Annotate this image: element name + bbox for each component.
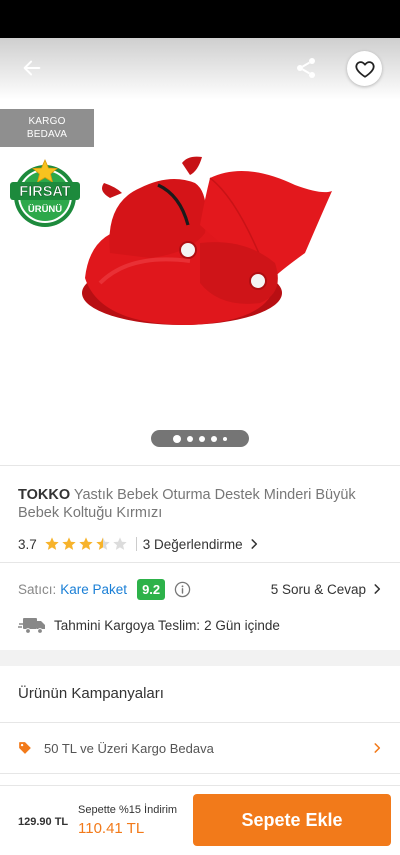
old-price: 129.90 TL <box>18 816 69 828</box>
pagination-dot[interactable] <box>223 436 227 441</box>
delivery-label: Tahmini Kargoya Teslim: <box>54 617 201 633</box>
discounted-price: 110.41 TL <box>78 820 145 837</box>
arrow-left-icon <box>23 60 41 76</box>
status-bar <box>0 0 400 38</box>
free-shipping-badge-line1: KARGO <box>28 116 66 127</box>
truck-icon <box>18 616 46 634</box>
reviews-link[interactable]: 3 Değerlendirme <box>143 537 261 552</box>
rating-row: 3.7 3 Değerlendirme <box>18 535 261 553</box>
star-icon <box>45 537 59 550</box>
product-gallery[interactable]: KARGO BEDAVA FIRSAT ÜRÜNÜ <box>0 38 400 465</box>
product-title: TOKKO Yastık Bebek Oturma Destek Minderi… <box>18 486 388 522</box>
rating-stars <box>44 536 128 552</box>
divider <box>0 773 400 774</box>
campaign-item[interactable]: 50 TL ve Üzeri Kargo Bedava <box>18 738 384 758</box>
product-image[interactable] <box>70 143 340 333</box>
chevron-right-icon <box>370 741 384 755</box>
pagination-dot[interactable] <box>199 435 205 442</box>
share-icon <box>297 58 315 78</box>
product-brand: TOKKO <box>18 487 71 503</box>
back-button[interactable] <box>16 52 48 84</box>
bottom-bar: 129.90 TL Sepette %15 İndirim 110.41 TL … <box>0 785 400 855</box>
chevron-right-icon <box>374 584 381 594</box>
star-icon <box>113 537 127 550</box>
campaign-item-label: 50 TL ve Üzeri Kargo Bedava <box>44 740 214 756</box>
star-icon <box>62 537 76 550</box>
divider <box>0 722 400 723</box>
seller-label: Satıcı: <box>18 581 57 597</box>
delivery-row: Tahmini Kargoya Teslim: 2 Gün içinde <box>18 615 280 635</box>
qa-label: 5 Soru & Cevap <box>270 581 366 597</box>
seller-info-button[interactable] <box>174 581 191 598</box>
favorite-button[interactable] <box>347 51 382 86</box>
pagination-dot[interactable] <box>187 435 193 442</box>
chevron-right-icon <box>251 539 257 549</box>
divider <box>0 562 400 563</box>
firsat-badge-line2: ÜRÜNÜ <box>28 204 62 215</box>
rating-value: 3.7 <box>18 536 37 552</box>
campaigns-title: Ürünün Kampanyaları <box>18 685 164 702</box>
heart-outline-icon <box>354 60 375 78</box>
info-icon <box>174 581 191 597</box>
pagination-dot[interactable] <box>211 435 217 442</box>
seller-name-link[interactable]: Kare Paket <box>60 582 127 597</box>
star-icon <box>96 537 110 550</box>
divider <box>135 537 137 551</box>
basket-discount: Sepette %15 İndirim 110.41 TL <box>78 804 177 837</box>
seller-row: Satıcı: Kare Paket 9.2 5 Soru & Cevap <box>18 578 384 600</box>
firsat-badge-line1: FIRSAT <box>19 184 70 200</box>
add-to-cart-button[interactable]: Sepete Ekle <box>193 794 391 846</box>
pagination-dot[interactable] <box>173 434 181 443</box>
image-pagination[interactable] <box>151 430 249 447</box>
divider <box>0 465 400 466</box>
seller-score-badge: 9.2 <box>137 578 166 600</box>
header-gradient <box>0 38 400 100</box>
star-icon <box>79 537 93 550</box>
basket-discount-label: Sepette %15 İndirim <box>78 804 178 816</box>
free-shipping-badge-line2: BEDAVA <box>26 129 68 140</box>
section-separator <box>0 650 400 666</box>
free-shipping-badge: KARGO BEDAVA <box>0 109 94 147</box>
delivery-value: 2 Gün içinde <box>204 617 280 633</box>
qa-link[interactable]: 5 Soru & Cevap <box>271 582 384 597</box>
share-button[interactable] <box>290 52 322 84</box>
reviews-label: 3 Değerlendirme <box>142 536 243 552</box>
tag-icon <box>18 741 32 755</box>
